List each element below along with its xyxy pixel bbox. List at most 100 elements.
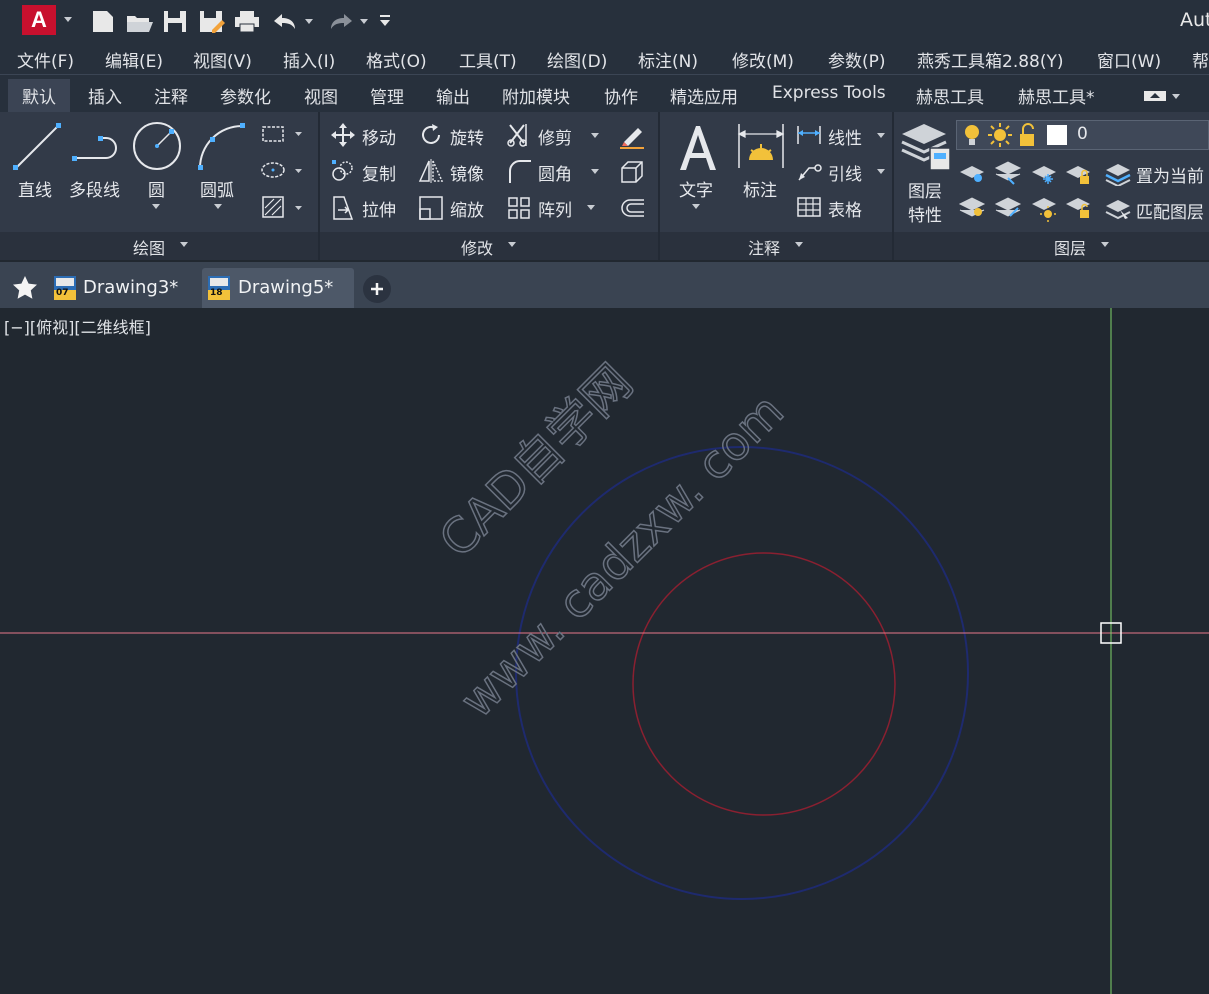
outer-circle[interactable] (515, 446, 969, 900)
layer-properties-label-1[interactable]: 图层 (908, 177, 942, 202)
modify-panel-title[interactable]: 修改 (461, 235, 493, 259)
tab-manage[interactable]: 管理 (370, 83, 404, 108)
layer-walk-icon[interactable] (994, 197, 1022, 217)
menu-yanxiu-toolbox[interactable]: 燕秀工具箱2.88(Y) (917, 47, 1064, 72)
layers-panel-chevron-icon[interactable] (1101, 242, 1109, 247)
open-folder-icon[interactable] (127, 16, 153, 32)
trim-label[interactable]: 修剪 (538, 124, 572, 149)
polyline-icon[interactable] (70, 128, 124, 168)
tab-express-tools[interactable]: Express Tools (772, 83, 886, 103)
doc-tab-drawing3[interactable]: Drawing3* (83, 277, 178, 298)
viewport-controls[interactable]: [−][俯视][二维线框] (4, 314, 151, 338)
menu-modify[interactable]: 修改(M) (732, 47, 794, 72)
layer-lock-icon[interactable] (1066, 166, 1090, 184)
menu-parametric[interactable]: 参数(P) (828, 47, 886, 72)
layer-freeze-icon[interactable] (1032, 166, 1056, 184)
tab-view[interactable]: 视图 (304, 83, 338, 108)
app-menu-chevron-icon[interactable] (64, 17, 72, 22)
erase-icon[interactable] (618, 122, 646, 150)
inner-circle[interactable] (632, 552, 896, 816)
layer-off-icon[interactable] (960, 166, 984, 182)
layer-isolate-icon[interactable] (994, 161, 1022, 185)
tab-parametric[interactable]: 参数化 (220, 83, 271, 108)
linear-dim-label[interactable]: 线性 (828, 124, 862, 149)
match-layer-icon[interactable] (1104, 196, 1132, 222)
text-label[interactable]: 文字 (679, 176, 713, 201)
new-tab-plus-icon[interactable] (362, 274, 392, 304)
copy-icon[interactable] (330, 158, 356, 184)
tab-output[interactable]: 输出 (436, 83, 470, 108)
rectangle-icon[interactable] (262, 126, 302, 142)
menu-view[interactable]: 视图(V) (193, 47, 252, 72)
save-as-icon[interactable] (200, 11, 225, 33)
stretch-label[interactable]: 拉伸 (362, 196, 396, 221)
layer-thaw-all-icon[interactable] (1032, 198, 1056, 222)
layers-panel-title[interactable]: 图层 (1054, 235, 1086, 259)
annotation-panel-title[interactable]: 注释 (748, 235, 780, 259)
layer-unlock-all-icon[interactable] (1066, 198, 1090, 218)
print-icon[interactable] (235, 11, 259, 33)
tab-insert[interactable]: 插入 (88, 83, 122, 108)
layer-properties-label-2[interactable]: 特性 (908, 201, 942, 226)
arc-icon[interactable] (196, 120, 248, 172)
draw-panel-chevron-icon[interactable] (180, 242, 188, 247)
tab-hesi-tools[interactable]: 赫思工具 (916, 83, 984, 108)
move-label[interactable]: 移动 (362, 124, 396, 149)
polyline-label[interactable]: 多段线 (69, 176, 120, 201)
copy-label[interactable]: 复制 (362, 160, 396, 185)
table-icon[interactable] (796, 196, 822, 218)
rotate-label[interactable]: 旋转 (450, 124, 484, 149)
modify-panel-chevron-icon[interactable] (508, 242, 516, 247)
arc-label[interactable]: 圆弧 (200, 176, 234, 201)
scale-label[interactable]: 缩放 (450, 196, 484, 221)
save-icon[interactable] (164, 11, 186, 32)
explode-icon[interactable] (618, 158, 646, 186)
menu-tools[interactable]: 工具(T) (459, 47, 517, 72)
fillet-label[interactable]: 圆角 (538, 160, 572, 185)
set-current-label[interactable]: 置为当前 (1136, 162, 1204, 187)
set-current-layer-icon[interactable] (1104, 160, 1132, 186)
linear-dim-chevron-icon[interactable] (877, 133, 885, 138)
layer-thaw-sun-icon[interactable] (988, 123, 1012, 147)
undo-icon[interactable] (274, 14, 295, 29)
menu-insert[interactable]: 插入(I) (283, 47, 335, 72)
mirror-icon[interactable] (418, 158, 444, 184)
array-label[interactable]: 阵列 (538, 196, 572, 221)
circle-dropdown-chevron-icon[interactable] (152, 204, 160, 209)
table-label[interactable]: 表格 (828, 196, 862, 221)
line-label[interactable]: 直线 (18, 176, 52, 201)
menu-edit[interactable]: 编辑(E) (105, 47, 163, 72)
start-tab-star-icon[interactable] (12, 275, 38, 301)
trim-icon[interactable] (506, 122, 532, 148)
circle-icon[interactable] (131, 120, 183, 172)
layer-unlock-icon[interactable] (1020, 123, 1034, 146)
move-icon[interactable] (330, 122, 356, 148)
leader-chevron-icon[interactable] (877, 169, 885, 174)
drawing-canvas[interactable] (0, 308, 1209, 994)
mirror-label[interactable]: 镜像 (450, 160, 484, 185)
fillet-icon[interactable] (506, 158, 532, 184)
redo-icon[interactable] (331, 14, 352, 29)
leader-label[interactable]: 引线 (828, 160, 862, 185)
hatch-icon[interactable] (262, 196, 302, 218)
app-logo[interactable]: A (22, 5, 56, 35)
offset-icon[interactable] (618, 194, 646, 222)
rotate-icon[interactable] (418, 122, 444, 148)
ellipse-icon[interactable] (261, 162, 302, 178)
tab-default[interactable]: 默认 (22, 83, 56, 108)
undo-chevron-icon[interactable] (305, 19, 313, 24)
layer-on-bulb-icon[interactable] (965, 125, 979, 145)
current-layer-name[interactable]: 0 (1077, 124, 1088, 144)
match-layer-label[interactable]: 匹配图层 (1136, 198, 1204, 223)
ribbon-minimize-icon[interactable] (1143, 89, 1183, 103)
text-dropdown-chevron-icon[interactable] (692, 204, 700, 209)
dimension-label[interactable]: 标注 (743, 176, 777, 201)
circle-label[interactable]: 圆 (148, 176, 165, 201)
stretch-icon[interactable] (330, 194, 356, 222)
layer-on-all-icon[interactable] (958, 197, 986, 217)
customize-toolbar-icon[interactable] (380, 15, 390, 26)
tab-featured-apps[interactable]: 精选应用 (670, 83, 738, 108)
menu-format[interactable]: 格式(O) (366, 47, 427, 72)
menu-dimension[interactable]: 标注(N) (638, 47, 698, 72)
annotation-panel-chevron-icon[interactable] (795, 242, 803, 247)
